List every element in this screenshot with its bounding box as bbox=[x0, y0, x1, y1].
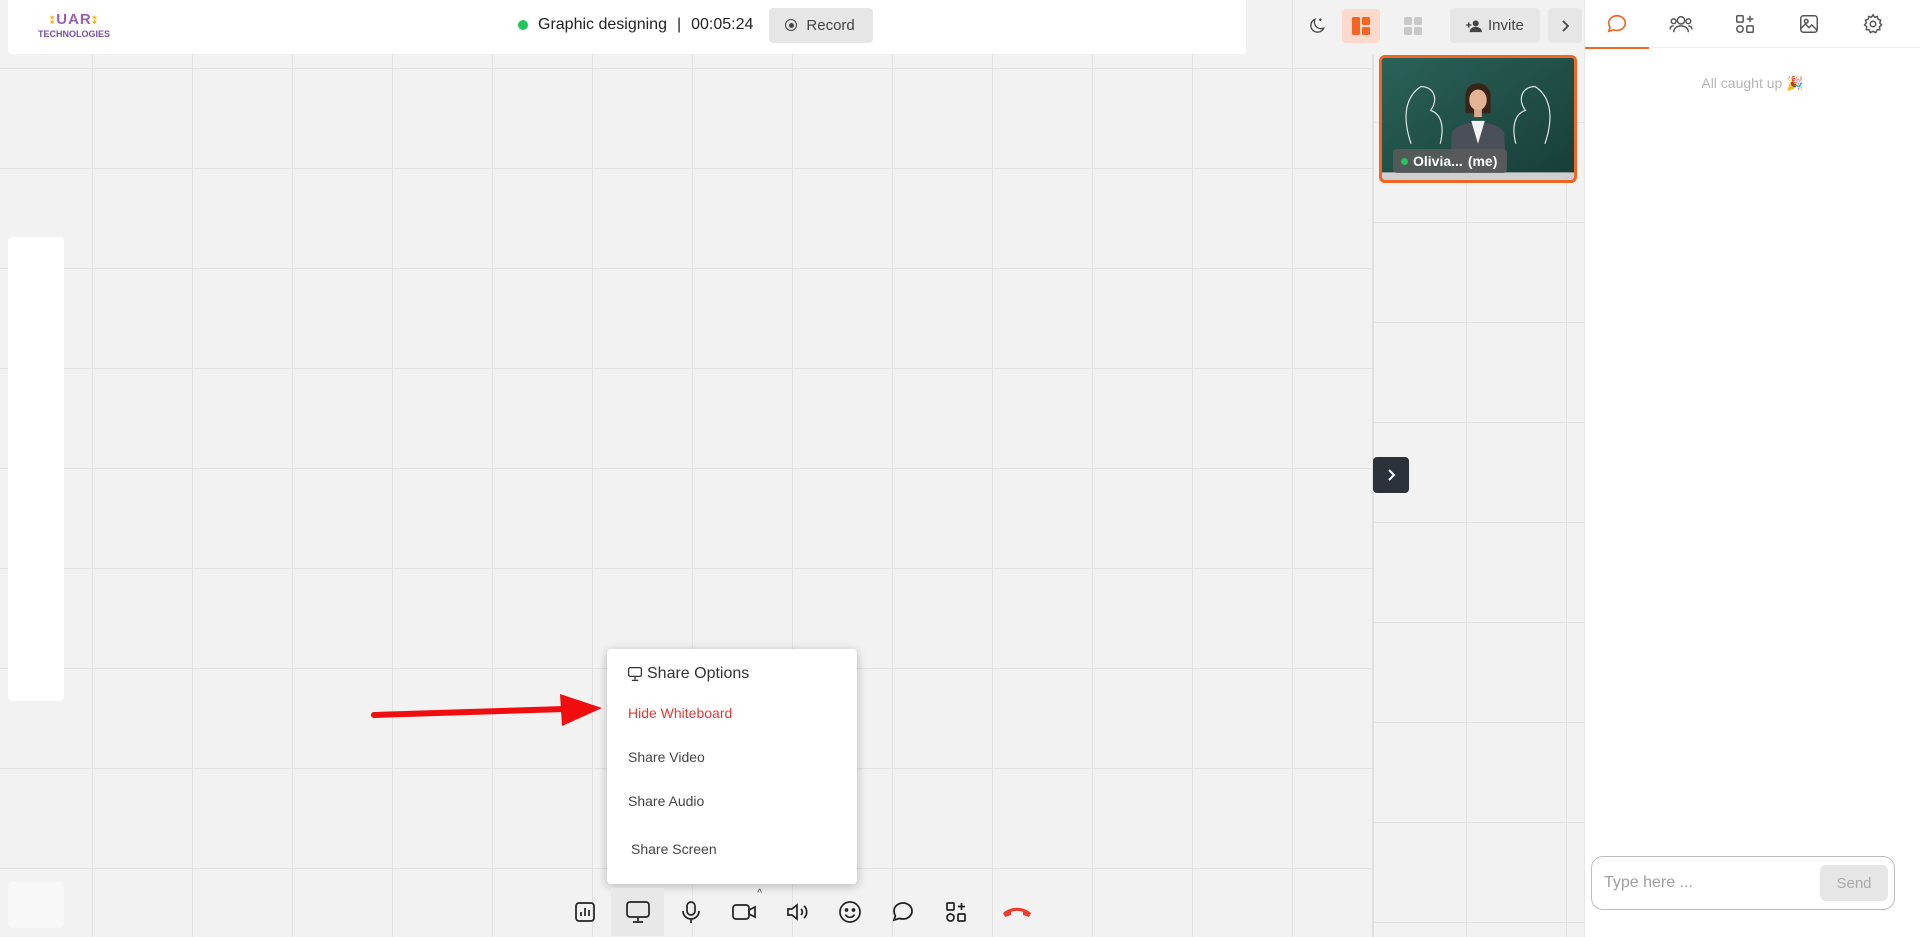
meeting-timer: 00:05:24 bbox=[691, 16, 754, 33]
side-panel-tabs bbox=[1585, 0, 1920, 49]
speaker-button[interactable] bbox=[770, 888, 823, 936]
camera-button[interactable]: ^ bbox=[717, 888, 770, 936]
apps-icon bbox=[1736, 15, 1754, 33]
end-call-icon bbox=[1002, 907, 1031, 917]
participant-video-tile[interactable]: Olivia... (me) bbox=[1379, 55, 1577, 183]
title-separator: | bbox=[676, 16, 682, 33]
invite-label: Invite bbox=[1488, 17, 1524, 34]
chat-empty-state: All caught up 🎉 bbox=[1701, 75, 1804, 91]
share-video-option[interactable]: Share Video bbox=[628, 749, 705, 765]
add-user-icon bbox=[1466, 19, 1482, 32]
logo-line2: TECHNOLOGIES bbox=[37, 28, 110, 39]
participant-name: Olivia... bbox=[1413, 153, 1463, 169]
grid-layout-button[interactable] bbox=[1394, 9, 1432, 43]
video-column bbox=[1372, 54, 1584, 937]
settings-icon bbox=[1863, 13, 1883, 34]
meeting-info: Graphic designing | 00:05:24 Record bbox=[518, 7, 873, 43]
chevron-right-icon bbox=[1388, 469, 1396, 481]
apps-icon bbox=[945, 902, 966, 922]
chat-icon bbox=[1607, 14, 1627, 33]
whiteboard-button[interactable] bbox=[611, 888, 664, 936]
microphone-icon bbox=[681, 901, 700, 923]
company-logo: ⁑UAR⁑ TECHNOLOGIES bbox=[32, 5, 116, 45]
dark-mode-button[interactable] bbox=[1298, 9, 1336, 43]
end-call-button[interactable] bbox=[990, 888, 1043, 936]
whiteboard-icon bbox=[625, 901, 650, 923]
toggle-video-panel-button[interactable] bbox=[1373, 457, 1409, 493]
participant-suffix: (me) bbox=[1467, 153, 1498, 169]
tab-settings[interactable] bbox=[1841, 0, 1905, 48]
camera-icon bbox=[731, 904, 756, 920]
emoji-button[interactable] bbox=[823, 888, 876, 936]
participant-name-tag: Olivia... (me) bbox=[1393, 149, 1508, 173]
chevron-right-icon bbox=[1562, 19, 1570, 32]
speaker-icon bbox=[786, 903, 808, 921]
camera-options-caret[interactable]: ^ bbox=[757, 888, 762, 899]
tab-gallery[interactable] bbox=[1777, 0, 1841, 48]
share-audio-option[interactable]: Share Audio bbox=[628, 793, 704, 809]
logo-line1: UAR bbox=[56, 10, 92, 28]
bottom-left-widget bbox=[8, 882, 64, 928]
poll-button[interactable] bbox=[558, 888, 611, 936]
invite-button[interactable]: Invite bbox=[1450, 8, 1540, 43]
annotation-arrow bbox=[371, 694, 602, 726]
expand-panel-button[interactable] bbox=[1547, 8, 1582, 43]
top-right-controls: Invite bbox=[1298, 8, 1582, 43]
grid-layout-icon bbox=[1404, 16, 1422, 35]
side-panel: All caught up 🎉 Send bbox=[1584, 0, 1920, 937]
share-screen-option[interactable]: Share Screen bbox=[631, 841, 717, 857]
meeting-app: ⁑UAR⁑ TECHNOLOGIES Graphic designing | 0… bbox=[0, 0, 1920, 937]
bottom-toolbar: ^ bbox=[558, 888, 1043, 936]
participants-icon bbox=[1669, 15, 1693, 33]
speaker-layout-button[interactable] bbox=[1342, 8, 1380, 43]
moon-icon bbox=[1310, 17, 1325, 33]
gallery-icon bbox=[1800, 15, 1818, 33]
apps-button[interactable] bbox=[929, 888, 982, 936]
share-menu-header: Share Options bbox=[627, 665, 749, 683]
whiteboard-icon bbox=[627, 666, 643, 682]
live-indicator bbox=[518, 20, 528, 30]
chat-button[interactable] bbox=[876, 888, 929, 936]
record-icon bbox=[785, 19, 798, 31]
poll-icon bbox=[574, 902, 595, 922]
record-label: Record bbox=[806, 16, 855, 34]
emoji-icon bbox=[838, 901, 861, 923]
send-button[interactable]: Send bbox=[1820, 865, 1888, 901]
chat-input[interactable] bbox=[1604, 874, 1820, 892]
speaker-layout-icon bbox=[1352, 16, 1370, 35]
whiteboard-tools-panel bbox=[8, 237, 64, 701]
record-button[interactable]: Record bbox=[769, 7, 873, 43]
share-options-menu: Share Options Hide Whiteboard Share Vide… bbox=[607, 649, 857, 884]
microphone-button[interactable] bbox=[664, 888, 717, 936]
tab-apps[interactable] bbox=[1713, 0, 1777, 48]
chat-composer: Send bbox=[1591, 856, 1895, 910]
tab-participants[interactable] bbox=[1649, 0, 1713, 48]
share-menu-title: Share Options bbox=[647, 665, 750, 682]
tab-chat[interactable] bbox=[1585, 0, 1649, 49]
participant-status-dot bbox=[1401, 157, 1408, 165]
hide-whiteboard-option[interactable]: Hide Whiteboard bbox=[628, 705, 732, 721]
meeting-title: Graphic designing bbox=[538, 16, 667, 33]
chat-icon bbox=[892, 902, 913, 922]
